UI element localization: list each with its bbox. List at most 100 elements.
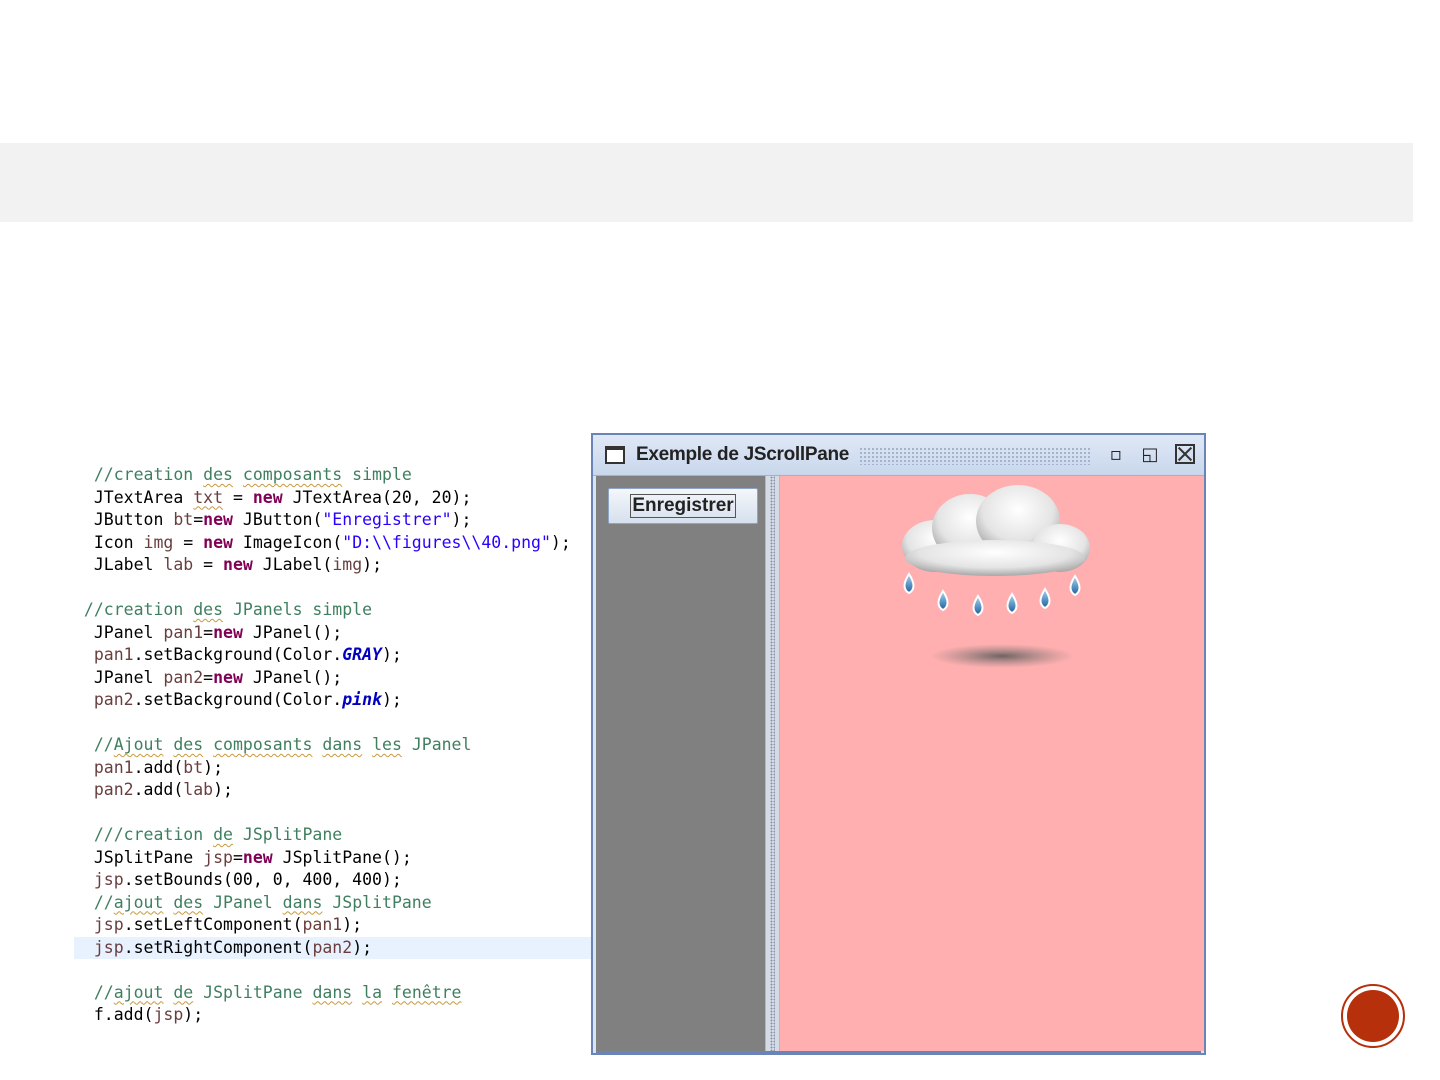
left-panel-gray: Enregistrer xyxy=(596,476,765,1051)
code-line: JLabel lab = new JLabel(img); xyxy=(74,554,382,576)
code-token: "Enregistrer" xyxy=(322,510,452,529)
code-token: .setLeftComponent( xyxy=(123,915,303,934)
code-token: ajout xyxy=(113,982,164,1002)
code-token: GRAY xyxy=(342,645,382,664)
code-token: JPanel xyxy=(401,735,472,754)
code-token: .add( xyxy=(133,757,184,777)
code-token: = xyxy=(223,487,253,507)
code-token: jsp xyxy=(153,1005,184,1024)
code-line: pan2.setBackground(Color.pink); xyxy=(74,689,402,711)
code-token: JLabel( xyxy=(252,555,333,574)
code-token: = xyxy=(232,847,243,867)
split-pane-divider[interactable] xyxy=(765,476,780,1051)
code-line: //Ajout des composants dans les JPanel xyxy=(74,734,472,756)
code-token: JPanel(); xyxy=(242,622,343,642)
code-token: = xyxy=(173,532,204,552)
code-token: = xyxy=(193,555,224,574)
code-token: .setBackground(Color. xyxy=(133,645,343,664)
code-line: pan2.add(lab); xyxy=(74,779,233,801)
code-token: pan1 xyxy=(93,645,134,664)
close-icon[interactable] xyxy=(1175,444,1195,464)
code-line: JButton bt=new JButton("Enregistrer"); xyxy=(74,509,472,531)
code-token: la xyxy=(362,982,383,1002)
code-token: //creation xyxy=(74,465,204,484)
code-token: des xyxy=(173,735,204,754)
divider-grip xyxy=(770,476,775,1051)
code-token: jsp xyxy=(93,870,124,889)
code-token: = xyxy=(193,510,204,529)
code-token: lab xyxy=(163,555,194,574)
code-token: ); xyxy=(213,780,233,799)
code-token: bt xyxy=(183,757,204,777)
code-token: JButton xyxy=(74,510,174,529)
code-token: pan2 xyxy=(93,780,134,799)
code-token: JSplitPane(); xyxy=(272,847,412,867)
code-token: ///creation xyxy=(74,825,214,844)
code-token: simple xyxy=(342,465,412,484)
maximize-icon[interactable]: ◱ xyxy=(1139,444,1161,466)
enregistrer-button-label: Enregistrer xyxy=(630,494,736,518)
code-token: new xyxy=(213,667,243,687)
code-line: JPanel pan2=new JPanel(); xyxy=(74,667,342,689)
enregistrer-button[interactable]: Enregistrer xyxy=(608,488,758,524)
code-token: pan1 xyxy=(302,915,343,934)
code-token: des xyxy=(203,465,233,484)
code-token: composants xyxy=(242,465,343,484)
code-token: pink xyxy=(342,690,382,709)
code-token: "D:\\figures\\40.png" xyxy=(342,532,551,552)
code-token: JButton( xyxy=(232,510,323,529)
code-token: //creation xyxy=(74,600,194,619)
code-listing: //creation des composants simple JTextAr… xyxy=(74,464,594,1044)
code-token: ); xyxy=(203,757,224,777)
code-token: pan2 xyxy=(312,937,353,957)
code-token: img xyxy=(143,532,174,552)
code-token: JPanel xyxy=(203,892,283,912)
java-window: Exemple de JScrollPane ▫ ◱ Enregistrer xyxy=(591,433,1206,1055)
code-line: //creation des composants simple xyxy=(74,464,412,486)
code-token: ImageIcon( xyxy=(232,532,343,552)
code-token: de xyxy=(213,825,233,844)
window-title: Exemple de JScrollPane xyxy=(636,444,850,465)
code-token: ); xyxy=(352,937,373,957)
code-token: new xyxy=(252,487,283,507)
code-line: f.add(jsp); xyxy=(74,1004,203,1026)
code-token: // xyxy=(74,982,114,1002)
code-token: ajout xyxy=(113,892,164,912)
badge-inner-circle xyxy=(1347,990,1399,1042)
code-token: des xyxy=(173,892,204,912)
code-line: JPanel pan1=new JPanel(); xyxy=(74,622,342,644)
window-app-icon xyxy=(605,446,625,464)
code-token: ); xyxy=(342,915,363,934)
rain-cloud-icon xyxy=(902,485,1090,668)
code-token: de xyxy=(173,982,194,1002)
code-token: JPanel xyxy=(74,622,164,642)
code-token: Icon xyxy=(74,532,144,552)
code-line: JTextArea txt = new JTextArea(20, 20); xyxy=(74,487,472,509)
code-line: //ajout de JSplitPane dans la fenêtre xyxy=(74,982,462,1004)
code-token: .setBackground(Color. xyxy=(133,690,343,709)
code-token: JPanel(); xyxy=(242,667,343,687)
code-token: des xyxy=(193,600,224,619)
code-token: ); xyxy=(183,1005,204,1024)
code-token: new xyxy=(203,532,233,552)
code-token: new xyxy=(203,510,233,529)
minimize-icon[interactable]: ▫ xyxy=(1105,444,1127,466)
code-token: JSplitPane xyxy=(232,825,343,844)
code-token: ); xyxy=(382,690,402,709)
window-titlebar[interactable]: Exemple de JScrollPane ▫ ◱ xyxy=(593,435,1204,476)
code-token: Ajout xyxy=(113,735,164,754)
code-token: ); xyxy=(362,555,383,574)
code-token: JSplitPane xyxy=(74,847,204,867)
code-token: // xyxy=(74,735,114,754)
